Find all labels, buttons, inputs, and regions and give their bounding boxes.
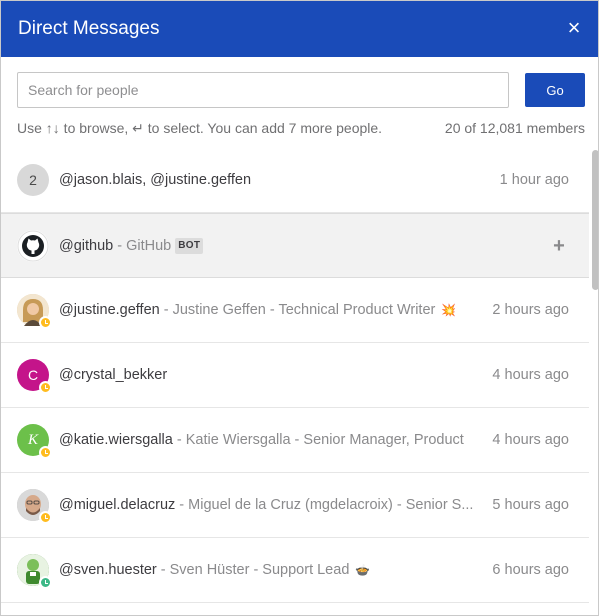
username: @justine.geffen	[59, 302, 160, 318]
list-item[interactable]: 2 @jason.blais, @justine.geffen 1 hour a…	[1, 148, 589, 213]
last-message-time: 6 hours ago	[492, 562, 569, 578]
user-photo-icon	[17, 554, 52, 589]
username: @github	[59, 238, 114, 254]
list-item[interactable]: @sven.huester - Sven Hüster - Support Le…	[1, 538, 589, 603]
last-message-time: 2 hours ago	[492, 302, 569, 318]
list-item-text: @jason.blais, @justine.geffen	[59, 148, 251, 213]
list-item-text: @crystal_bekker	[59, 343, 167, 408]
last-message-time: 4 hours ago	[492, 432, 569, 448]
direct-messages-modal: Direct Messages × Go Use ↑↓ to browse, ↵…	[0, 0, 599, 616]
username: @sven.huester	[59, 562, 157, 578]
github-icon	[17, 230, 49, 262]
last-message-time: 4 hours ago	[492, 367, 569, 383]
scrollbar-thumb[interactable]	[592, 150, 598, 290]
results-list: 2 @jason.blais, @justine.geffen 1 hour a…	[1, 148, 589, 615]
user-photo-icon	[17, 294, 52, 329]
search-input[interactable]	[17, 72, 509, 108]
username: @katie.wiersgalla	[59, 432, 173, 448]
last-message-time: 1 hour ago	[499, 172, 569, 188]
list-item-text: @sven.huester - Sven Hüster - Support Le…	[59, 538, 370, 603]
hint-row: Use ↑↓ to browse, ↵ to select. You can a…	[17, 120, 585, 138]
last-message-time: 5 hours ago	[492, 497, 569, 513]
away-status-icon	[39, 511, 52, 524]
bot-badge: BOT	[175, 238, 204, 255]
list-item-text: @github - GitHub BOT	[59, 214, 204, 279]
group-count-avatar: 2	[17, 164, 49, 196]
scrollbar[interactable]	[589, 148, 598, 615]
add-icon[interactable]: +	[549, 236, 569, 256]
away-status-icon	[39, 381, 52, 394]
avatar-initial: K	[27, 431, 38, 448]
close-icon[interactable]: ×	[565, 17, 583, 39]
username: @miguel.delacruz	[59, 497, 176, 513]
list-item[interactable]: @github - GitHub BOT +	[1, 213, 589, 278]
list-item-text: @miguel.delacruz - Miguel de la Cruz (mg…	[59, 473, 479, 538]
list-item[interactable]: C @crystal_bekker 4 hours ago	[1, 343, 589, 408]
user-details: - Miguel de la Cruz (mgdelacroix) - Seni…	[175, 497, 474, 513]
custom-status-emoji: 🍲	[355, 563, 371, 577]
list-item[interactable]: K @katie.wiersgalla - Katie Wiersgalla -…	[1, 408, 589, 473]
modal-title: Direct Messages	[18, 18, 160, 39]
browse-hint: Use ↑↓ to browse, ↵ to select. You can a…	[17, 120, 383, 136]
user-details: - Katie Wiersgalla - Senior Manager, Pro…	[172, 432, 464, 448]
list-item-text: @katie.wiersgalla - Katie Wiersgalla - S…	[59, 408, 464, 473]
username: @jason.blais, @justine.geffen	[59, 172, 252, 188]
search-row: Go	[17, 72, 585, 108]
modal-header: Direct Messages ×	[1, 1, 598, 57]
away-status-icon	[39, 316, 52, 329]
online-status-icon	[39, 576, 52, 589]
list-item[interactable]: @justine.geffen - Justine Geffen - Techn…	[1, 278, 589, 343]
user-details: - Sven Hüster - Support Lead	[156, 562, 350, 578]
user-details: - GitHub	[113, 238, 172, 254]
list-item-text: @justine.geffen - Justine Geffen - Techn…	[59, 278, 456, 343]
avatar: K	[17, 424, 52, 459]
go-button[interactable]: Go	[525, 73, 585, 107]
list-item[interactable]: @miguel.delacruz - Miguel de la Cruz (mg…	[1, 473, 589, 538]
user-photo-icon	[17, 489, 52, 524]
member-count: 20 of 12,081 members	[444, 120, 585, 136]
username: @crystal_bekker	[59, 367, 168, 383]
user-details: - Justine Geffen - Technical Product Wri…	[159, 302, 436, 318]
avatar: C	[17, 359, 52, 394]
away-status-icon	[39, 446, 52, 459]
avatar-initial: C	[27, 367, 39, 383]
custom-status-emoji: 💥	[441, 303, 457, 317]
